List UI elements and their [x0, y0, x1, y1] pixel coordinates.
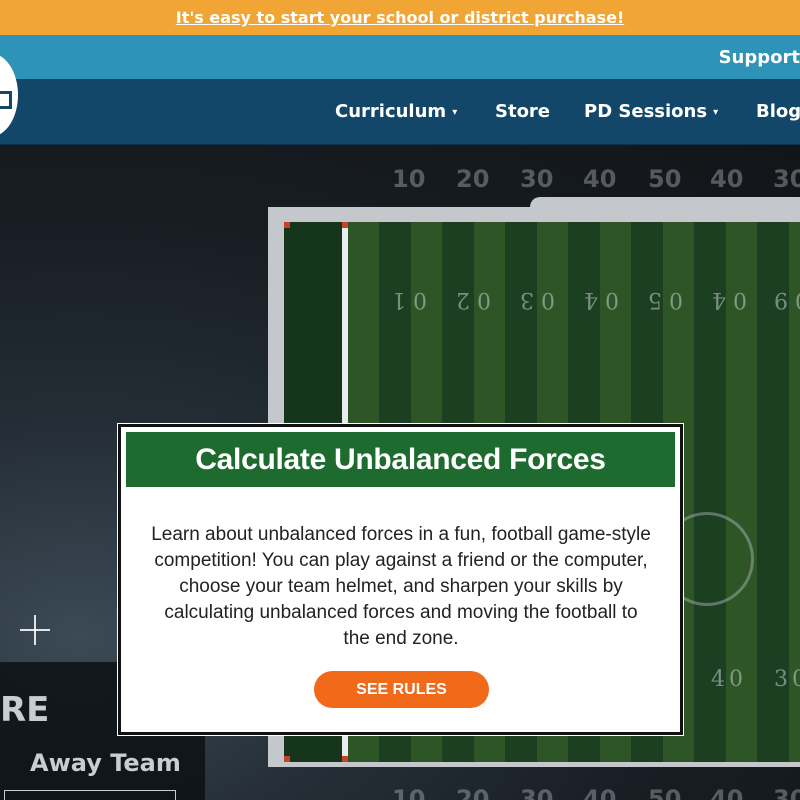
yard-label: 10	[392, 785, 426, 800]
pylon-marker	[342, 222, 348, 228]
yard-label: 30	[520, 165, 554, 193]
pylon-marker	[342, 756, 348, 762]
game-intro-dialog: Calculate Unbalanced Forces Learn about …	[118, 424, 683, 735]
dialog-title: Calculate Unbalanced Forces	[195, 442, 606, 476]
away-team-score-box	[4, 790, 176, 800]
field-number: 0 1	[392, 287, 427, 312]
pylon-marker	[284, 222, 290, 228]
see-rules-button[interactable]: SEE RULES	[314, 671, 489, 708]
yard-label: 40	[710, 165, 744, 193]
field-number: 0 5	[648, 287, 683, 312]
score-label: RE	[0, 690, 50, 730]
yard-label: 20	[456, 165, 490, 193]
nav-label-store: Store	[495, 101, 551, 122]
field-number: 30	[774, 667, 800, 692]
yard-label: 30	[520, 785, 554, 800]
nav-item-blog[interactable]: Blog	[756, 101, 800, 122]
nav-label-curriculum: Curriculum	[335, 101, 447, 122]
promo-bar: It's easy to start your school or distri…	[0, 0, 800, 35]
yard-label: 10	[392, 165, 426, 193]
field-number: 0 4	[584, 287, 619, 312]
dialog-description: Learn about unbalanced forces in a fun, …	[151, 524, 651, 649]
yard-label: 40	[710, 785, 744, 800]
pylon-marker	[284, 756, 290, 762]
away-team-label: Away Team	[30, 749, 181, 777]
stadium-light-icon	[20, 615, 50, 645]
main-navigation: Curriculum ▾ Store PD Sessions ▾ Blog	[0, 53, 800, 145]
nav-item-pd-sessions[interactable]: PD Sessions ▾	[584, 101, 718, 122]
utility-bar: Support	[0, 35, 800, 79]
logo-glyph-icon	[0, 91, 12, 109]
field-number: 0 4	[712, 287, 747, 312]
dialog-header: Calculate Unbalanced Forces	[126, 432, 675, 487]
nav-label-blog: Blog	[756, 101, 800, 122]
field-number: 0 2	[456, 287, 491, 312]
nav-item-store[interactable]: Store	[495, 101, 550, 122]
field-number: 0 3	[520, 287, 555, 312]
yard-label: 40	[583, 785, 617, 800]
field-number: 0 9	[774, 287, 800, 312]
yard-label: 30	[773, 785, 800, 800]
yard-label: 50	[648, 165, 682, 193]
field-number: 40	[711, 667, 747, 692]
yard-label: 40	[583, 165, 617, 193]
yard-label: 50	[648, 785, 682, 800]
yard-label: 20	[456, 785, 490, 800]
yard-label: 30	[773, 165, 800, 193]
support-link[interactable]: Support	[719, 47, 800, 68]
nav-label-pd-sessions: PD Sessions	[584, 101, 708, 122]
chevron-down-icon: ▾	[452, 107, 458, 118]
nav-item-curriculum[interactable]: Curriculum ▾	[335, 101, 457, 122]
chevron-down-icon: ▾	[713, 107, 719, 118]
promo-link[interactable]: It's easy to start your school or distri…	[176, 8, 624, 27]
